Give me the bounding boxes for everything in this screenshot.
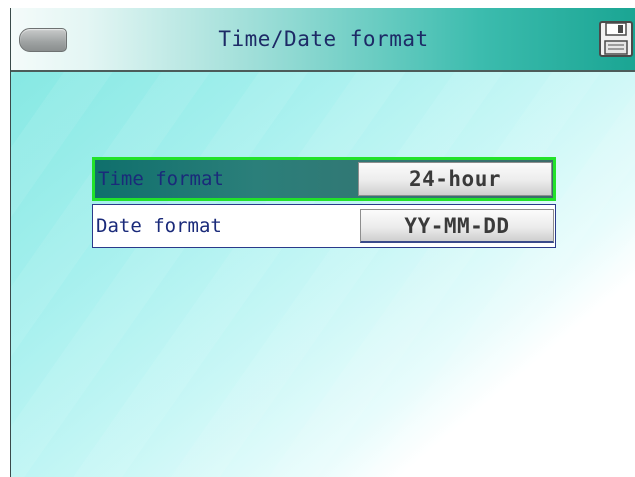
title-bar: Time/Date format <box>11 8 635 72</box>
device-screen: Time/Date format Time format 24-hour Dat… <box>10 8 635 477</box>
date-format-value-button[interactable]: YY-MM-DD <box>360 209 554 243</box>
time-format-value-button[interactable]: 24-hour <box>358 162 552 196</box>
page-title: Time/Date format <box>218 27 429 51</box>
time-format-label: Time format <box>98 168 224 190</box>
date-format-row[interactable]: Date format YY-MM-DD <box>92 204 556 248</box>
floppy-disk-icon <box>599 21 633 57</box>
format-settings-panel: Time format 24-hour Date format YY-MM-DD <box>92 157 556 251</box>
save-button[interactable] <box>598 20 634 58</box>
date-format-label: Date format <box>96 215 222 237</box>
time-format-row[interactable]: Time format 24-hour <box>92 157 556 201</box>
